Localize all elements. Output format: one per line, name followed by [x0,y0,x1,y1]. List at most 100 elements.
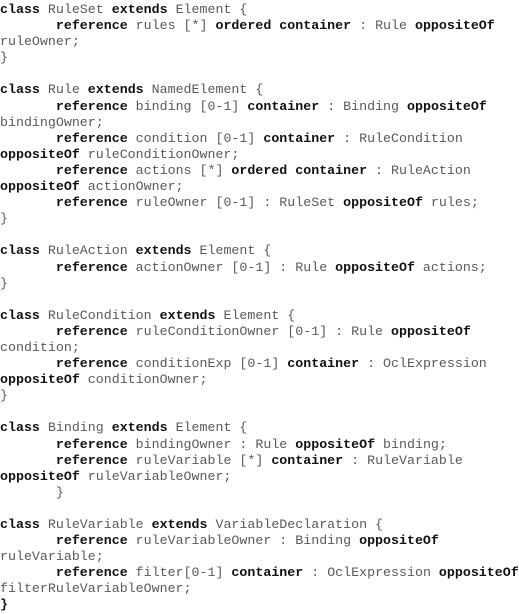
keyword: extends [111,2,168,17]
keyword: oppositeOf [0,468,80,484]
keyword: ordered container [215,18,352,34]
keyword: reference [55,436,128,452]
keyword: class [0,420,40,436]
code-line: reference filter[0-1] container : OclExp… [0,565,519,581]
code-text: : OclExpression [303,565,439,581]
code-line: } [0,388,519,404]
keyword: reference [55,18,128,34]
code-text: VariableDeclaration { [207,517,384,532]
keyword: oppositeOf [335,259,415,275]
keyword: } [0,597,8,613]
code-line: } [0,597,519,613]
code-text: actionOwner [0-1] : Rule [127,259,336,275]
code-text: } [0,484,64,500]
code-text: binding; [375,436,447,452]
keyword: extends [87,82,144,98]
keyword: reference [55,323,128,339]
code-line: } [0,50,519,66]
keyword: reference [55,162,128,178]
code-text: ruleConditionOwner [0-1] : Rule [127,323,392,339]
code-text: conditionExp [0-1] [127,356,288,372]
code-line: class RuleCondition extends Element { [0,308,519,324]
keyword: class [0,517,40,532]
keyword: reference [55,565,128,581]
keyword: oppositeOf [0,179,80,195]
keyword: reference [55,259,128,275]
code-text: ruleOwner; [0,34,80,50]
code-text: condition [0-1] [127,130,264,146]
code-text: : Rule [351,18,415,34]
keyword: container [287,356,360,372]
keyword: oppositeOf [343,195,423,211]
code-text: Element { [215,307,296,323]
keyword: container [247,98,320,114]
code-line: oppositeOf ruleVariableOwner; [0,469,519,485]
code-line: class RuleSet extends Element { [0,2,519,18]
code-text: rules [*] [127,18,216,34]
code-text: ruleVariableOwner; [79,468,232,484]
keyword: reference [55,98,128,114]
keyword: reference [55,195,128,211]
keyword: oppositeOf [414,18,495,34]
code-line: } [0,485,519,501]
code-text: : Binding [319,98,407,114]
code-text: Element { [191,243,272,259]
code-text: bindingOwner : Rule [127,436,296,452]
keyword: reference [55,130,128,146]
code-text: ruleConditionOwner; [79,146,240,162]
code-text: } [0,388,8,404]
code-line: class RuleAction extends Element { [0,243,519,259]
code-text: RuleSet [39,2,112,17]
code-text: Element { [167,2,248,17]
keyword: ordered container [231,162,368,178]
code-text: bindingOwner; [0,114,104,130]
code-line: class Binding extends Element { [0,420,519,436]
code-line: reference ruleConditionOwner [0-1] : Rul… [0,324,519,340]
code-text: Binding [39,420,112,436]
code-line: class Rule extends NamedElement { [0,82,519,98]
keyword: oppositeOf [391,323,471,339]
keyword: reference [55,452,128,468]
code-line: reference condition [0-1] container : Ru… [0,131,519,147]
code-line: oppositeOf ruleConditionOwner; [0,147,519,163]
code-text: binding [0-1] [127,98,248,114]
keyword: extends [135,243,192,259]
code-text: ruleVariable [*] [127,452,272,468]
code-text: : OclExpression [359,356,487,372]
code-text: ruleOwner [0-1] : RuleSet [127,195,344,211]
code-line: reference conditionExp [0-1] container :… [0,356,519,372]
code-text: actions; [414,259,487,275]
code-line: reference ruleOwner [0-1] : RuleSet oppo… [0,195,519,211]
code-text: ruleVariable; [0,549,104,565]
code-text: condition; [0,339,80,355]
keyword: oppositeOf [438,565,519,581]
code-text: NamedElement { [143,82,264,98]
code-text: actionOwner; [79,179,184,195]
code-text: rules; [422,195,479,211]
keyword: oppositeOf [359,533,439,549]
code-line: bindingOwner; [0,115,519,131]
keyword: oppositeOf [0,146,80,162]
keyword: oppositeOf [407,98,487,114]
code-text: RuleAction [39,243,136,259]
keyword: container [263,130,336,146]
keyword: reference [55,533,128,549]
keyword: oppositeOf [0,372,80,388]
code-text: Rule [39,82,88,98]
code-line: } [0,211,519,227]
code-line: reference ruleVariableOwner : Binding op… [0,533,519,549]
code-text: : RuleAction [367,162,471,178]
code-line: filterRuleVariableOwner; [0,581,519,597]
